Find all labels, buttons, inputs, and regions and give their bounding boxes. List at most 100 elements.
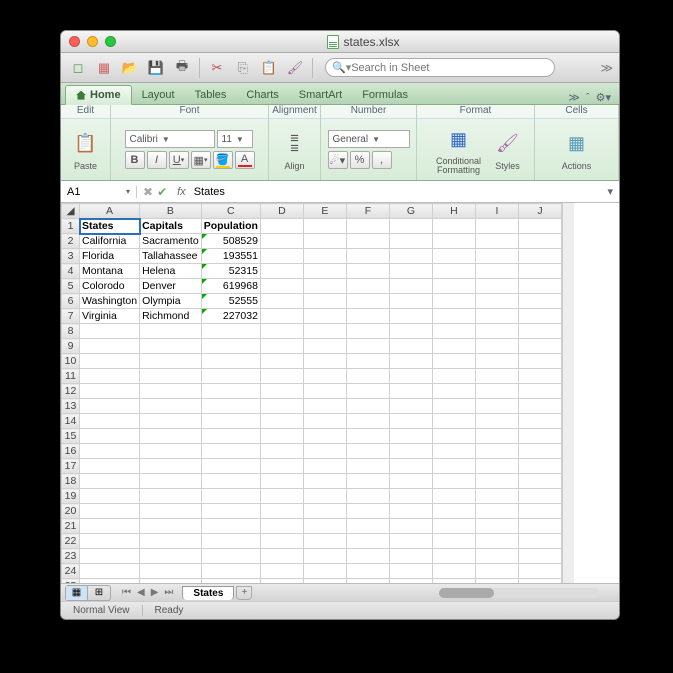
cell[interactable] — [518, 219, 561, 234]
bold-button[interactable]: B — [125, 151, 145, 169]
cell[interactable] — [346, 354, 389, 369]
cell[interactable] — [518, 234, 561, 249]
open-icon[interactable]: 📂 — [119, 57, 141, 79]
cell[interactable] — [389, 219, 432, 234]
cell[interactable]: Washington — [80, 294, 140, 309]
cell[interactable] — [389, 519, 432, 534]
cell[interactable] — [346, 459, 389, 474]
row-header[interactable]: 10 — [62, 354, 80, 369]
cell[interactable]: Capitals — [140, 219, 202, 234]
formula-input[interactable]: States — [190, 186, 602, 198]
cell[interactable] — [80, 324, 140, 339]
cell[interactable] — [346, 399, 389, 414]
cell[interactable] — [303, 444, 346, 459]
cell[interactable] — [432, 369, 475, 384]
cell[interactable] — [389, 354, 432, 369]
cell[interactable] — [303, 429, 346, 444]
row-header[interactable]: 16 — [62, 444, 80, 459]
select-all-corner[interactable]: ◢ — [62, 204, 80, 219]
cell[interactable] — [389, 444, 432, 459]
cell[interactable] — [80, 339, 140, 354]
cell[interactable] — [475, 369, 518, 384]
search-input[interactable] — [351, 62, 548, 74]
row-header[interactable]: 24 — [62, 564, 80, 579]
cell[interactable] — [475, 459, 518, 474]
row-header[interactable]: 13 — [62, 399, 80, 414]
cell[interactable] — [346, 564, 389, 579]
row-header[interactable]: 8 — [62, 324, 80, 339]
cell[interactable] — [260, 249, 303, 264]
cell[interactable] — [303, 339, 346, 354]
cell[interactable] — [389, 234, 432, 249]
cell[interactable]: 508529 — [201, 234, 260, 249]
cell[interactable] — [80, 534, 140, 549]
row-header[interactable]: 14 — [62, 414, 80, 429]
fx-label[interactable]: fx — [173, 186, 190, 198]
cell[interactable] — [201, 399, 260, 414]
cell[interactable] — [432, 564, 475, 579]
cell[interactable] — [201, 444, 260, 459]
col-header[interactable]: B — [140, 204, 202, 219]
cell[interactable] — [432, 444, 475, 459]
cell[interactable] — [303, 219, 346, 234]
row-header[interactable]: 9 — [62, 339, 80, 354]
cell[interactable] — [475, 474, 518, 489]
cell[interactable] — [80, 549, 140, 564]
cell[interactable] — [475, 564, 518, 579]
cell[interactable] — [432, 489, 475, 504]
cell[interactable] — [303, 249, 346, 264]
cell[interactable] — [201, 324, 260, 339]
cell[interactable] — [303, 534, 346, 549]
cell[interactable] — [389, 279, 432, 294]
cell[interactable] — [346, 519, 389, 534]
cell[interactable] — [432, 324, 475, 339]
font-size-combo[interactable]: 11▼ — [217, 130, 253, 148]
cell[interactable] — [80, 444, 140, 459]
cell[interactable]: Tallahassee — [140, 249, 202, 264]
cell[interactable] — [518, 249, 561, 264]
cell[interactable] — [346, 339, 389, 354]
cell[interactable] — [389, 549, 432, 564]
cell[interactable] — [475, 429, 518, 444]
row-header[interactable]: 18 — [62, 474, 80, 489]
cell[interactable] — [475, 489, 518, 504]
cell[interactable] — [303, 414, 346, 429]
format-painter-icon[interactable]: 🖌 — [284, 57, 306, 79]
cell[interactable] — [432, 234, 475, 249]
cell[interactable] — [518, 519, 561, 534]
cell[interactable] — [260, 399, 303, 414]
cell[interactable] — [389, 459, 432, 474]
cell[interactable] — [260, 474, 303, 489]
row-header[interactable]: 22 — [62, 534, 80, 549]
cell[interactable] — [346, 504, 389, 519]
cell[interactable] — [303, 264, 346, 279]
last-sheet-icon[interactable]: ⏭ — [161, 587, 176, 598]
cell[interactable] — [346, 219, 389, 234]
cell[interactable]: California — [80, 234, 140, 249]
comma-button[interactable]: , — [372, 151, 392, 169]
cell[interactable] — [475, 384, 518, 399]
cell[interactable] — [518, 444, 561, 459]
cell[interactable] — [432, 519, 475, 534]
col-header[interactable]: J — [518, 204, 561, 219]
cell[interactable] — [475, 414, 518, 429]
cell[interactable] — [432, 474, 475, 489]
cell[interactable]: Florida — [80, 249, 140, 264]
cell[interactable]: 52315 — [201, 264, 260, 279]
cell[interactable]: 619968 — [201, 279, 260, 294]
cell[interactable] — [475, 309, 518, 324]
row-header[interactable]: 15 — [62, 429, 80, 444]
cell[interactable] — [201, 519, 260, 534]
cell[interactable] — [303, 384, 346, 399]
styles-button[interactable]: 🖌 Styles — [495, 129, 521, 171]
sheet-tab[interactable]: States — [182, 586, 234, 600]
tab-smartart[interactable]: SmartArt — [289, 86, 352, 104]
cell[interactable] — [518, 369, 561, 384]
cell[interactable] — [260, 294, 303, 309]
cell[interactable] — [201, 504, 260, 519]
cell[interactable] — [80, 414, 140, 429]
cell[interactable] — [201, 549, 260, 564]
cell[interactable] — [140, 519, 202, 534]
cell[interactable] — [260, 504, 303, 519]
cell[interactable] — [140, 384, 202, 399]
